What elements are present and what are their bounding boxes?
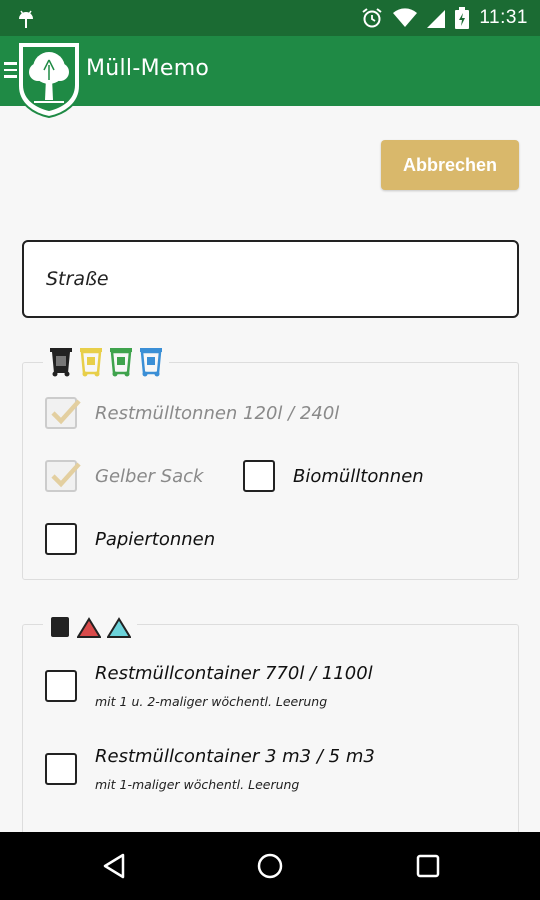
checkmark-icon bbox=[51, 462, 81, 488]
checkbox-label: Restmüllcontainer 770l / 1100l bbox=[95, 663, 373, 684]
checkbox-restmuellcontainer-770l[interactable]: Restmüllcontainer 770l / 1100l mit 1 u. … bbox=[45, 663, 373, 709]
checkbox[interactable] bbox=[45, 753, 77, 785]
green-bin-icon bbox=[110, 348, 132, 377]
android-debug-icon bbox=[19, 10, 33, 28]
black-container-icon bbox=[51, 617, 69, 637]
home-button[interactable] bbox=[230, 832, 310, 900]
checkbox-label: Papiertonnen bbox=[95, 528, 216, 550]
signal-icon bbox=[427, 10, 446, 28]
street-input[interactable] bbox=[46, 268, 495, 290]
blue-bin-icon bbox=[140, 348, 162, 377]
checkbox-restmuelltonnen[interactable]: Restmülltonnen 120l / 240l bbox=[45, 397, 339, 429]
checkbox-label: Gelber Sack bbox=[95, 465, 204, 487]
checkbox-restmuellcontainer-3m3[interactable]: Restmüllcontainer 3 m3 / 5 m3 mit 1-mali… bbox=[45, 746, 375, 792]
back-triangle-icon bbox=[103, 853, 125, 879]
checkbox-sublabel: mit 1-maliger wöchentl. Leerung bbox=[95, 777, 300, 792]
checkbox-gelber-sack[interactable]: Gelber Sack bbox=[45, 460, 203, 492]
checkbox-label: Restmüllcontainer 3 m3 / 5 m3 bbox=[95, 746, 375, 767]
checkmark-icon bbox=[51, 399, 81, 425]
status-bar: 11:31 bbox=[0, 0, 540, 36]
street-field[interactable] bbox=[22, 240, 519, 318]
checkbox-label: Biomülltonnen bbox=[293, 465, 424, 487]
checkbox[interactable] bbox=[45, 460, 81, 492]
checkbox-papiertonnen[interactable]: Papiertonnen bbox=[45, 523, 215, 555]
app-title: Müll-Memo bbox=[86, 56, 210, 81]
containers-legend bbox=[43, 605, 137, 639]
tree-crest-icon[interactable] bbox=[16, 40, 82, 118]
checkbox-biomuelltonnen[interactable]: Biomülltonnen bbox=[243, 460, 424, 492]
bins-legend bbox=[43, 343, 169, 377]
battery-icon bbox=[455, 7, 470, 29]
navigation-bar bbox=[0, 832, 540, 900]
checkbox-label: Restmülltonnen 120l / 240l bbox=[95, 402, 340, 424]
checkbox[interactable] bbox=[45, 523, 77, 555]
checkbox[interactable] bbox=[45, 670, 77, 702]
checkbox[interactable] bbox=[45, 397, 81, 429]
home-circle-icon bbox=[257, 853, 283, 879]
containers-group: Restmüllcontainer 770l / 1100l mit 1 u. … bbox=[22, 605, 519, 854]
red-triangle-icon bbox=[77, 617, 101, 638]
black-bin-icon bbox=[50, 348, 72, 377]
clock-time: 11:31 bbox=[479, 7, 528, 28]
wifi-icon bbox=[393, 8, 418, 27]
alarm-icon bbox=[362, 8, 382, 28]
recents-button[interactable] bbox=[388, 832, 468, 900]
cyan-triangle-icon bbox=[107, 617, 131, 638]
back-button[interactable] bbox=[74, 832, 154, 900]
cancel-button[interactable]: Abbrechen bbox=[381, 140, 519, 190]
recents-square-icon bbox=[416, 854, 440, 878]
yellow-bin-icon bbox=[80, 348, 102, 377]
bins-group: Restmülltonnen 120l / 240l Gelber Sack B… bbox=[22, 343, 519, 580]
checkbox[interactable] bbox=[243, 460, 275, 492]
checkbox-sublabel: mit 1 u. 2-maliger wöchentl. Leerung bbox=[95, 694, 328, 709]
